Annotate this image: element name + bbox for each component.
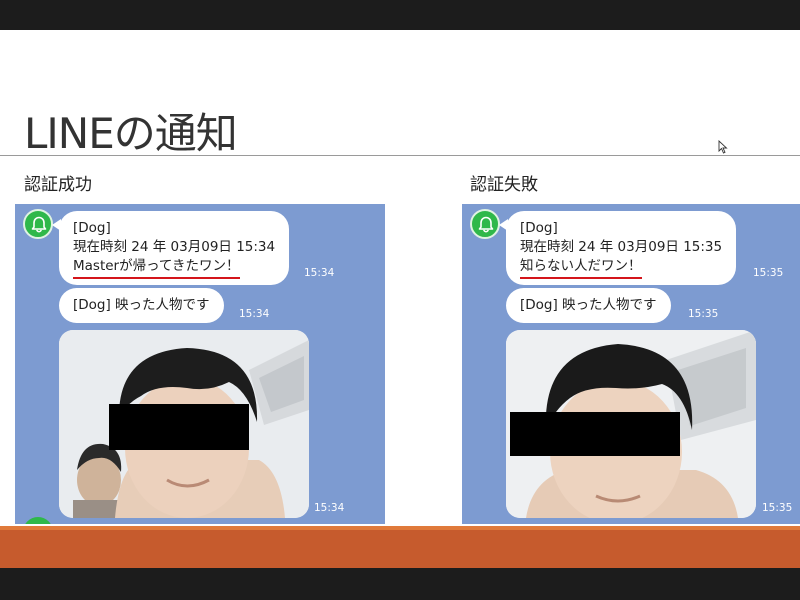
message-source: [Dog] [73, 220, 111, 236]
message-timestamp-text: 現在時刻 24 年 03月09日 15:35 [520, 239, 723, 255]
captured-photo[interactable] [59, 330, 309, 518]
panel-label-failure: 認証失敗 [470, 175, 538, 195]
presentation-slide: LINEの通知 認証成功 [Dog] 現在時刻 24 年 03月09日 15:3… [0, 30, 800, 568]
captured-photo[interactable] [506, 330, 756, 518]
notification-message[interactable]: [Dog] 現在時刻 24 年 03月09日 15:35 知らない人だワン！ [498, 211, 737, 285]
chat-panel-success: [Dog] 現在時刻 24 年 03月09日 15:34 Masterが帰ってき… [15, 204, 385, 524]
bell-icon [478, 216, 494, 233]
message-result-text: 知らない人だワン！ [520, 257, 642, 279]
message-time: 15:35 [753, 267, 784, 279]
message-time: 15:34 [304, 267, 335, 279]
next-avatar [23, 517, 53, 524]
photo-image [59, 330, 309, 518]
photo-caption-message[interactable]: [Dog] 映った人物です [59, 288, 224, 323]
footer-accent-band [0, 526, 800, 568]
caption-time: 15:34 [239, 308, 270, 320]
photo-time: 15:35 [762, 502, 793, 514]
avatar[interactable] [23, 209, 53, 239]
bell-icon [31, 216, 47, 233]
message-timestamp-text: 現在時刻 24 年 03月09日 15:34 [73, 239, 276, 255]
slide-title: LINEの通知 [24, 109, 238, 158]
chat-panel-failure: [Dog] 現在時刻 24 年 03月09日 15:35 知らない人だワン！ 1… [462, 204, 800, 524]
bottom-letterbox [0, 568, 800, 600]
message-source: [Dog] [520, 220, 558, 236]
photo-time: 15:34 [314, 502, 345, 514]
photo-caption-message[interactable]: [Dog] 映った人物です [506, 288, 671, 323]
cursor-icon [718, 140, 728, 154]
notification-message[interactable]: [Dog] 現在時刻 24 年 03月09日 15:34 Masterが帰ってき… [51, 211, 290, 285]
title-divider [0, 155, 800, 156]
message-result-text: Masterが帰ってきたワン！ [73, 257, 240, 279]
panel-label-success: 認証成功 [24, 175, 92, 195]
caption-time: 15:35 [688, 308, 719, 320]
avatar[interactable] [470, 209, 500, 239]
photo-image [506, 330, 756, 518]
top-letterbox [0, 0, 800, 30]
